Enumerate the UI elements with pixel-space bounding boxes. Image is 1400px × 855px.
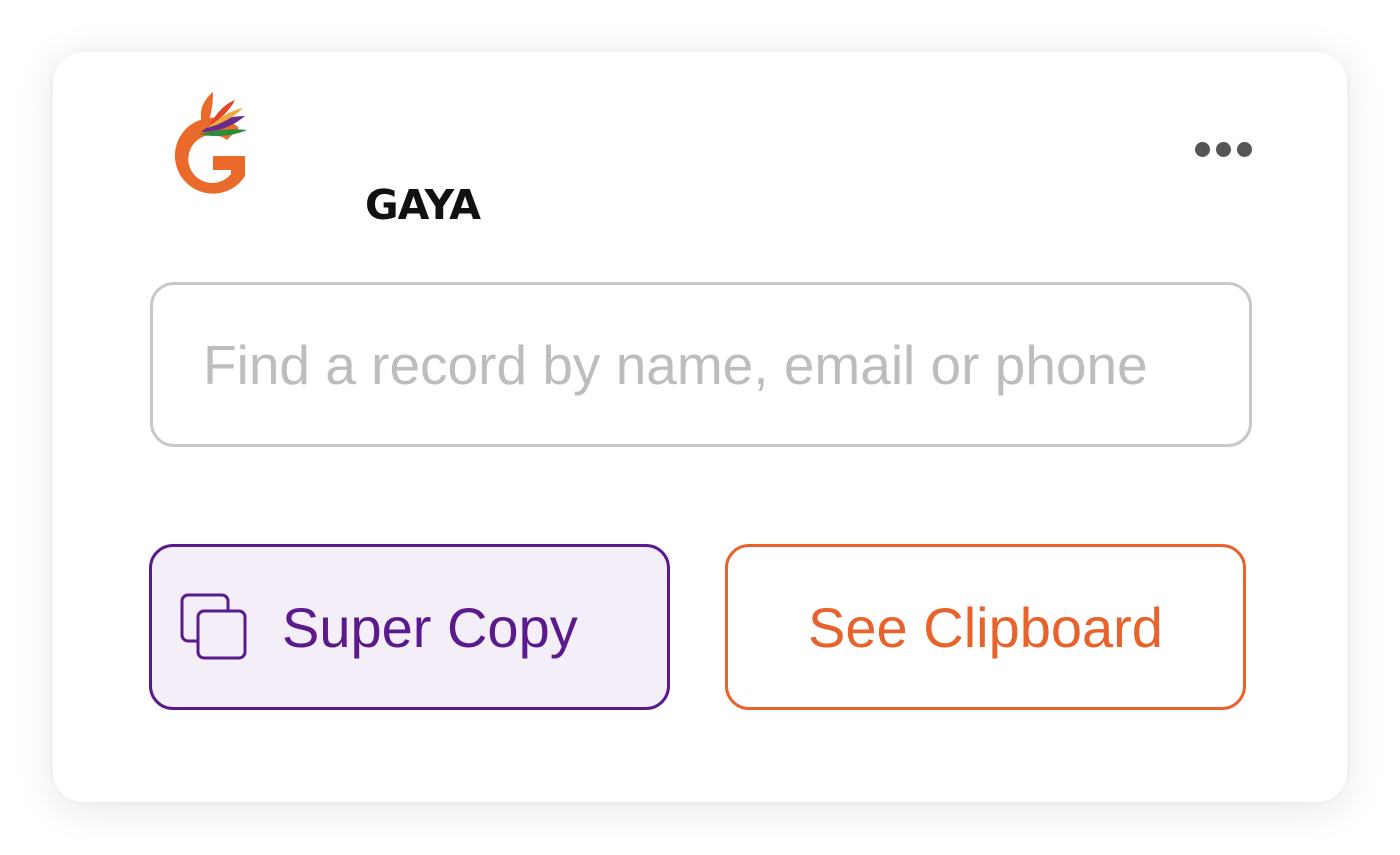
more-horizontal-icon [1194, 141, 1210, 157]
super-copy-button[interactable]: Super Copy [149, 544, 670, 710]
gaya-logo-mark-icon [174, 92, 247, 194]
more-horizontal-icon [1215, 141, 1231, 157]
see-clipboard-button[interactable]: See Clipboard [725, 544, 1246, 710]
gaya-logo: GAYA [161, 88, 481, 226]
more-horizontal-icon [1236, 141, 1252, 157]
see-clipboard-label: See Clipboard [808, 595, 1163, 659]
popup-card: GAYA Super Copy See Clipboard [53, 52, 1347, 802]
more-menu-button[interactable] [1185, 132, 1261, 166]
copy-icon [180, 593, 247, 660]
super-copy-label: Super Copy [282, 595, 578, 659]
logo-text: GAYA [365, 181, 481, 229]
search-input[interactable] [150, 282, 1252, 447]
